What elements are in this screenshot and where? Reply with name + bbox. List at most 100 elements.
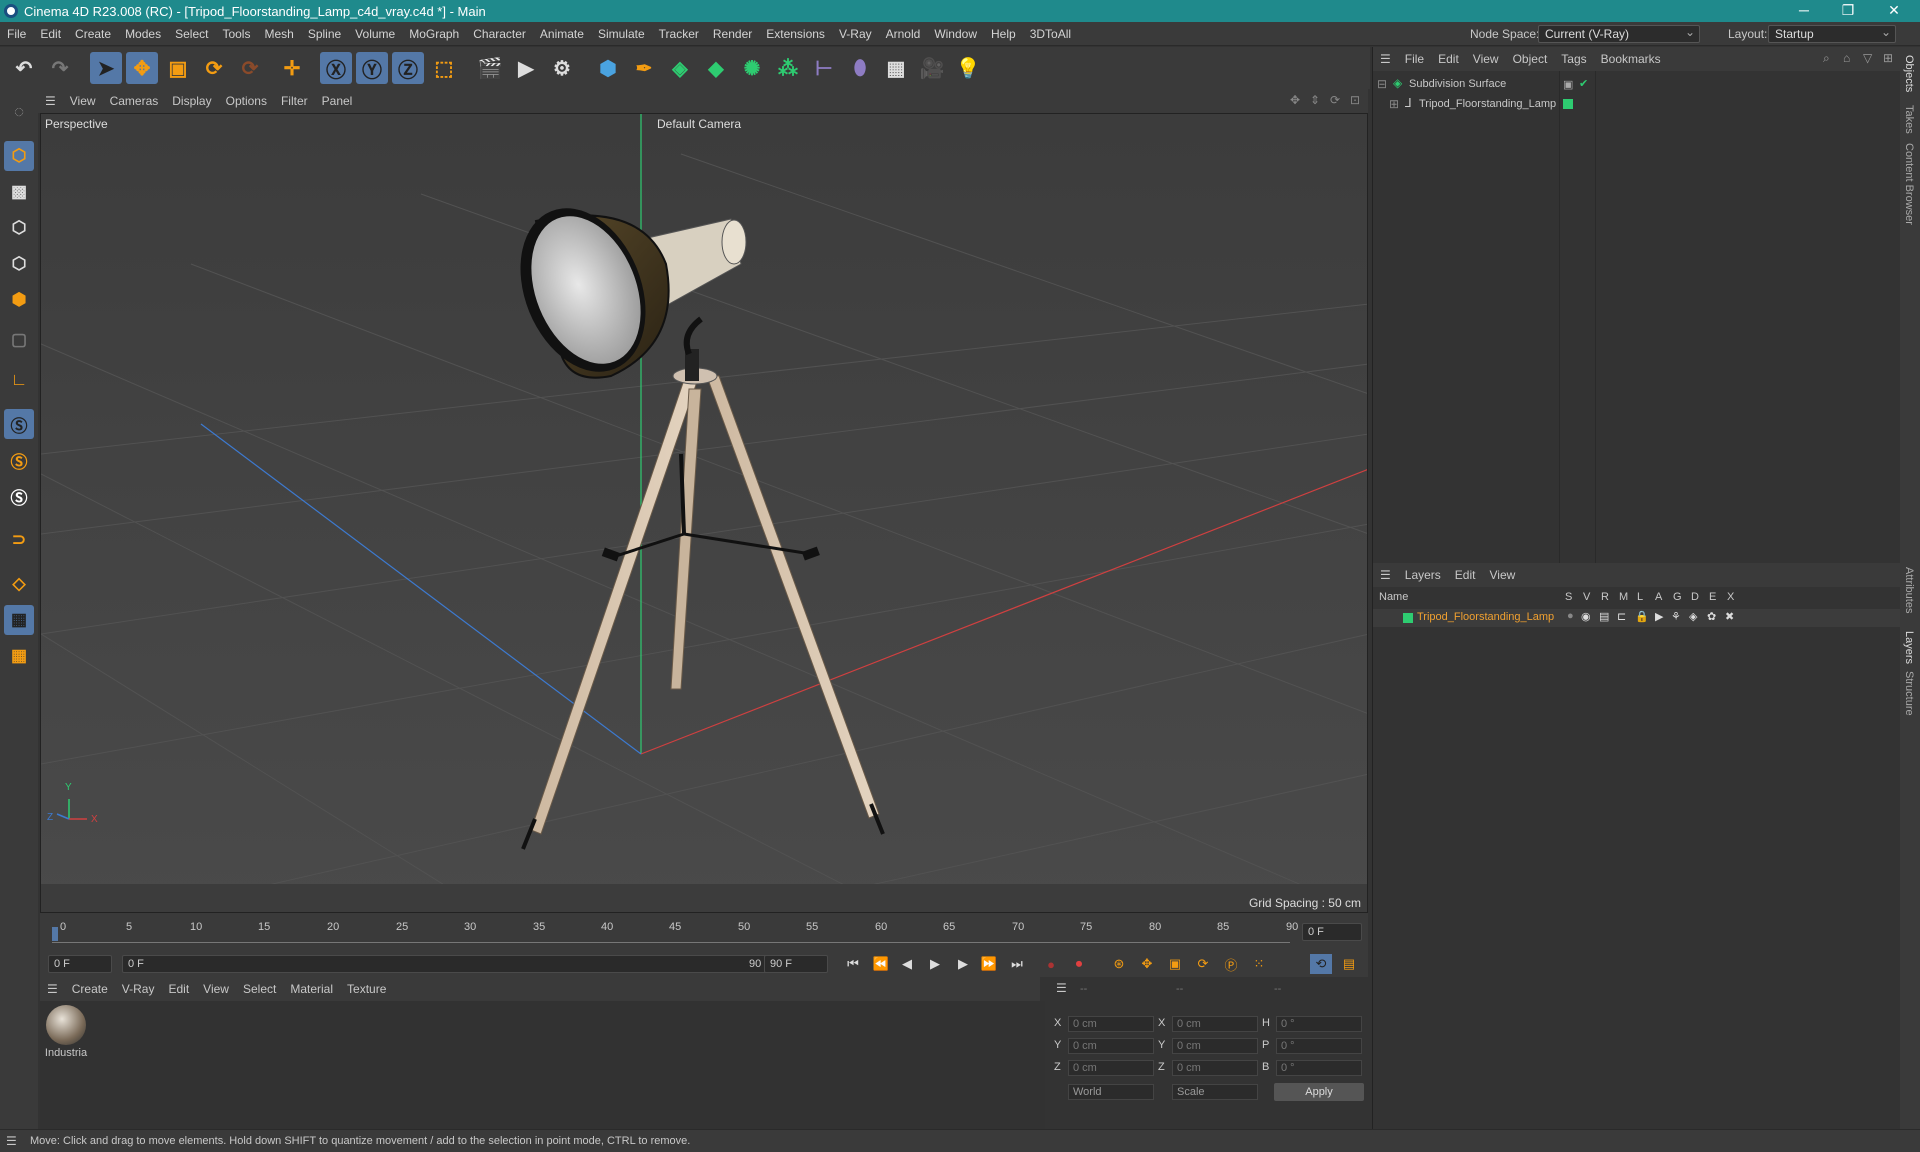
layer-menu-layers[interactable]: Layers — [1398, 563, 1448, 587]
select-tool-icon[interactable]: ➤ — [90, 52, 122, 84]
playhead[interactable] — [52, 927, 58, 941]
go-to-start-icon[interactable]: ⏮ — [842, 954, 864, 974]
layer-visible-icon[interactable]: ◉ — [1581, 610, 1591, 623]
mat-menu-edit[interactable]: Edit — [161, 977, 196, 1001]
grid-icon[interactable]: ▦ — [4, 605, 34, 635]
menu-arnold[interactable]: Arnold — [879, 22, 928, 46]
mat-menu-texture[interactable]: Texture — [340, 977, 393, 1001]
viewport-hamburger-icon[interactable]: ☰ — [38, 89, 63, 113]
size-y-field[interactable]: 0 cm — [1172, 1038, 1258, 1054]
object-home-icon[interactable]: ⌂ — [1843, 51, 1850, 65]
axis-mode-icon[interactable]: ∟ — [4, 365, 34, 395]
prev-key-icon[interactable]: ⏪ — [870, 954, 892, 974]
key-selection-icon[interactable]: ⊛ — [1108, 954, 1130, 974]
points-mode-icon[interactable]: ⬡ — [4, 213, 34, 243]
layer-menu-edit[interactable]: Edit — [1448, 563, 1483, 587]
pos-y-field[interactable]: 0 cm — [1068, 1038, 1154, 1054]
side-tab-attributes[interactable]: Attributes — [1903, 567, 1915, 613]
menu-animate[interactable]: Animate — [533, 22, 591, 46]
timeline-mode-icon[interactable]: ⟲ — [1310, 954, 1332, 974]
texture-mode-icon[interactable]: ▩ — [4, 177, 34, 207]
key-position-icon[interactable]: ✥ — [1136, 954, 1158, 974]
play-icon[interactable]: ▶ — [924, 954, 946, 974]
add-null-icon[interactable]: ✛ — [276, 52, 308, 84]
uv-mode-icon[interactable]: ▢ — [4, 325, 34, 355]
make-editable-icon[interactable]: ◌ — [4, 97, 34, 127]
cloner-icon[interactable]: ✺ — [736, 52, 768, 84]
layer-render-icon[interactable]: ▤ — [1599, 610, 1609, 623]
layer-hamburger-icon[interactable]: ☰ — [1373, 563, 1398, 587]
status-menu-icon[interactable]: ☰ — [6, 1134, 17, 1148]
key-scale-icon[interactable]: ▣ — [1164, 954, 1186, 974]
key-param-icon[interactable]: Ⓟ — [1220, 954, 1242, 974]
menu-edit[interactable]: Edit — [33, 22, 68, 46]
restore-button[interactable]: ❐ — [1836, 2, 1860, 19]
polygons-mode-icon[interactable]: ⬢ — [4, 285, 34, 315]
menu-vray[interactable]: V-Ray — [832, 22, 879, 46]
pos-x-field[interactable]: 0 cm — [1068, 1016, 1154, 1032]
magnet-icon[interactable]: ⊃ — [4, 525, 34, 555]
viewport-rotate-icon[interactable]: ⟳ — [1330, 93, 1340, 107]
fcurve-icon[interactable]: ▤ — [1338, 954, 1360, 974]
render-view-icon[interactable]: 🎬 — [474, 52, 506, 84]
workplane-icon[interactable]: ◇ — [4, 569, 34, 599]
menu-modes[interactable]: Modes — [118, 22, 168, 46]
menu-extensions[interactable]: Extensions — [759, 22, 832, 46]
record-icon[interactable]: ● — [1040, 954, 1062, 974]
current-frame-field[interactable]: 0 F — [1302, 923, 1362, 941]
coord-mode-select[interactable]: Scale — [1172, 1084, 1258, 1100]
menu-tools[interactable]: Tools — [215, 22, 257, 46]
field-icon[interactable]: ⬮ — [844, 52, 876, 84]
prev-frame-icon[interactable]: ◀ — [896, 954, 918, 974]
cube-object-icon[interactable]: ⬢ — [592, 52, 624, 84]
menu-create[interactable]: Create — [68, 22, 118, 46]
autokey-icon[interactable]: ⏺ — [1068, 954, 1090, 974]
next-frame-icon[interactable]: ▶ — [952, 954, 974, 974]
z-axis-lock-icon[interactable]: Ⓩ — [392, 52, 424, 84]
layer-row[interactable]: Tripod_Floorstanding_Lamp ● ◉ ▤ ⊏ 🔒 ▶ ⚘ … — [1373, 609, 1901, 627]
viewport-maximize-icon[interactable]: ⊡ — [1350, 93, 1360, 107]
side-tab-takes[interactable]: Takes — [1903, 105, 1915, 134]
side-tab-layers[interactable]: Layers — [1903, 631, 1915, 664]
snap-icon[interactable]: Ⓢ — [4, 409, 34, 439]
size-z-field[interactable]: 0 cm — [1172, 1060, 1258, 1076]
layer-name[interactable]: Tripod_Floorstanding_Lamp — [1417, 611, 1554, 623]
material-hamburger-icon[interactable]: ☰ — [40, 977, 65, 1001]
layer-generators-icon[interactable]: ⚘ — [1671, 610, 1681, 623]
vp-menu-options[interactable]: Options — [219, 89, 274, 113]
menu-render[interactable]: Render — [706, 22, 759, 46]
x-axis-lock-icon[interactable]: Ⓧ — [320, 52, 352, 84]
viewport-perspective[interactable]: Perspective Default Camera Y X Z Grid Sp… — [40, 113, 1368, 913]
vp-menu-panel[interactable]: Panel — [315, 89, 360, 113]
subdivision-edit-toggle-icon[interactable]: ▣ — [1563, 78, 1573, 91]
mat-menu-vray[interactable]: V-Ray — [115, 977, 162, 1001]
menu-character[interactable]: Character — [466, 22, 533, 46]
range-slider[interactable]: 0 F 90 F — [122, 955, 788, 973]
viewport-move-icon[interactable]: ✥ — [1290, 93, 1300, 107]
pos-z-field[interactable]: 0 cm — [1068, 1060, 1154, 1076]
end-frame-field[interactable]: 90 F — [764, 955, 828, 973]
menu-help[interactable]: Help — [984, 22, 1023, 46]
object-new-window-icon[interactable]: ⊞ — [1883, 51, 1893, 65]
timeline-ruler[interactable]: 0 5 10 15 20 25 30 35 40 45 50 55 60 65 … — [40, 913, 1368, 951]
redo-icon[interactable]: ↷ — [44, 52, 76, 84]
obj-menu-object[interactable]: Object — [1506, 47, 1555, 71]
subdivision-enabled-check-icon[interactable]: ✔ — [1579, 77, 1588, 90]
size-x-field[interactable]: 0 cm — [1172, 1016, 1258, 1032]
next-key-icon[interactable]: ⏩ — [978, 954, 1000, 974]
pen-spline-icon[interactable]: ✒ — [628, 52, 660, 84]
subdivision-surface-icon[interactable]: ◈ — [664, 52, 696, 84]
object-filter-icon[interactable]: ▽ — [1863, 51, 1872, 65]
layer-manager-icon[interactable]: ⊏ — [1617, 610, 1626, 623]
mograph-icon[interactable]: ⁂ — [772, 52, 804, 84]
rot-p-field[interactable]: 0 ° — [1276, 1038, 1362, 1054]
minimize-button[interactable]: ─ — [1792, 2, 1816, 18]
tree-expand-icon[interactable]: ⊞ — [1389, 97, 1399, 111]
camera-icon[interactable]: 🎥 — [916, 52, 948, 84]
layer-menu-view[interactable]: View — [1482, 563, 1522, 587]
floor-icon[interactable]: ▦ — [880, 52, 912, 84]
snap-settings-icon[interactable]: Ⓢ — [4, 445, 34, 475]
menu-volume[interactable]: Volume — [348, 22, 402, 46]
layer-color-swatch[interactable] — [1563, 99, 1573, 109]
obj-menu-file[interactable]: File — [1398, 47, 1431, 71]
